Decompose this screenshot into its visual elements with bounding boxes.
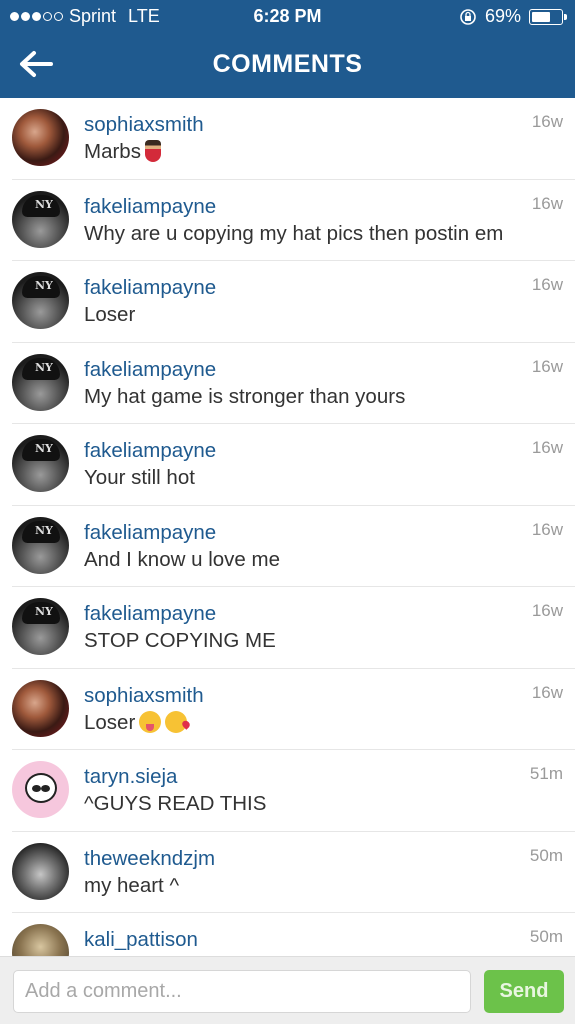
- comment-row[interactable]: NY fakeliampayne 16w Loser: [12, 261, 575, 343]
- comment-timestamp: 16w: [531, 275, 563, 294]
- battery-icon: [529, 8, 567, 25]
- comment-text-content: My hat game is stronger than yours: [84, 384, 406, 408]
- comment-text: ^GUYS READ THIS: [84, 792, 266, 816]
- comment-text: Marbs: [84, 140, 161, 164]
- comment-text-content: Marbs: [84, 140, 141, 163]
- comment-text: Loser: [84, 303, 135, 327]
- avatar[interactable]: [12, 761, 69, 818]
- comment-timestamp: 16w: [531, 601, 563, 620]
- send-button[interactable]: Send: [484, 970, 564, 1013]
- comment-username[interactable]: sophiaxsmith: [84, 113, 204, 137]
- comment-text-content: STOP COPYING ME: [84, 629, 276, 652]
- comment-text: STOP COPYING ME: [84, 629, 276, 653]
- comment-text-content: Why are u copying my hat pics then posti…: [84, 221, 504, 245]
- comment-row[interactable]: sophiaxsmith 16w Loser: [12, 669, 575, 750]
- comment-text-content: Loser: [84, 710, 136, 734]
- comment-text-content: Loser: [84, 303, 136, 326]
- avatar[interactable]: NY: [12, 435, 69, 492]
- page-title: COMMENTS: [212, 50, 363, 78]
- comment-row[interactable]: NY fakeliampayne 16w And I know u love me: [12, 506, 575, 587]
- avatar[interactable]: NY: [12, 353, 69, 411]
- rotation-lock-icon: [460, 8, 476, 25]
- comment-list[interactable]: sophiaxsmith 16w Marbs NY fakeliampayne 16w Wh…: [0, 98, 575, 956]
- comment-timestamp: 16w: [531, 519, 563, 539]
- comment-username[interactable]: taryn.sieja: [84, 765, 177, 789]
- comment-row[interactable]: NY fakeliampayne 16w STOP COPYING ME: [12, 587, 575, 669]
- avatar[interactable]: NY: [12, 272, 69, 329]
- comment-timestamp: 51m: [529, 764, 563, 783]
- comment-username[interactable]: fakeliampayne: [84, 439, 216, 463]
- comment-timestamp: 16w: [531, 682, 563, 702]
- comment-timestamp: 16w: [531, 438, 563, 457]
- comment-text-content: my heart ^: [84, 873, 180, 897]
- avatar[interactable]: [12, 842, 69, 900]
- comment-row[interactable]: theweekndzjm 50m my heart ^: [12, 832, 575, 913]
- comment-timestamp: 50m: [529, 845, 563, 865]
- comment-username[interactable]: fakeliampayne: [84, 276, 216, 300]
- comment-row[interactable]: taryn.sieja 51m ^GUYS READ THIS: [12, 750, 575, 832]
- comment-username[interactable]: sophiaxsmith: [84, 684, 204, 708]
- comment-text: And I know u love me: [84, 548, 280, 572]
- comment-input[interactable]: [13, 970, 471, 1013]
- comment-row[interactable]: NY fakeliampayne 16w Why are u copying my h…: [12, 180, 575, 261]
- comment-username[interactable]: fakeliampayne: [84, 358, 216, 382]
- comment-text: my heart ^: [84, 874, 179, 898]
- comment-text: Your still hot: [84, 466, 195, 490]
- avatar[interactable]: [12, 109, 69, 166]
- app-header: Sprint LTE 6:28 PM 69% COMMENTS: [0, 0, 575, 98]
- comment-timestamp: 50m: [529, 927, 563, 946]
- comment-timestamp: 16w: [531, 193, 563, 213]
- avatar[interactable]: NY: [12, 516, 69, 574]
- status-right: 69%: [459, 6, 567, 27]
- comment-text-content: And I know u love me: [84, 547, 280, 571]
- kissing-heart-emoji-icon: [165, 710, 188, 733]
- avatar[interactable]: [12, 924, 69, 956]
- avatar[interactable]: NY: [12, 598, 69, 655]
- status-bar: Sprint LTE 6:28 PM 69%: [0, 0, 575, 33]
- comment-text-content: ^GUYS READ THIS: [84, 792, 267, 815]
- comment-timestamp: 16w: [531, 356, 563, 376]
- avatar[interactable]: NY: [12, 190, 69, 248]
- comment-text: Loser: [84, 710, 188, 735]
- comment-timestamp: 16w: [531, 112, 563, 131]
- battery-percent: 69%: [484, 6, 521, 26]
- avatar[interactable]: [12, 679, 69, 737]
- comment-row[interactable]: NY fakeliampayne 16w My hat game is stronge…: [12, 343, 575, 424]
- comment-row[interactable]: kali_pattison 50m: [12, 913, 575, 956]
- comment-username[interactable]: kali_pattison: [84, 928, 198, 952]
- comment-text: Why are u copying my hat pics then posti…: [84, 222, 503, 246]
- comment-username[interactable]: fakeliampayne: [84, 195, 216, 219]
- comment-composer: Send: [0, 956, 575, 1024]
- comment-username[interactable]: fakeliampayne: [84, 602, 216, 626]
- comment-row[interactable]: sophiaxsmith 16w Marbs: [12, 98, 575, 180]
- comment-username[interactable]: fakeliampayne: [84, 521, 216, 545]
- comment-username[interactable]: theweekndzjm: [84, 847, 215, 871]
- comment-row[interactable]: NY fakeliampayne 16w Your still hot: [12, 424, 575, 506]
- squinting-tongue-emoji-icon: [139, 710, 162, 733]
- comment-text: My hat game is stronger than yours: [84, 385, 405, 409]
- dancer-emoji-icon: [144, 140, 161, 162]
- comment-text-content: Your still hot: [84, 466, 195, 489]
